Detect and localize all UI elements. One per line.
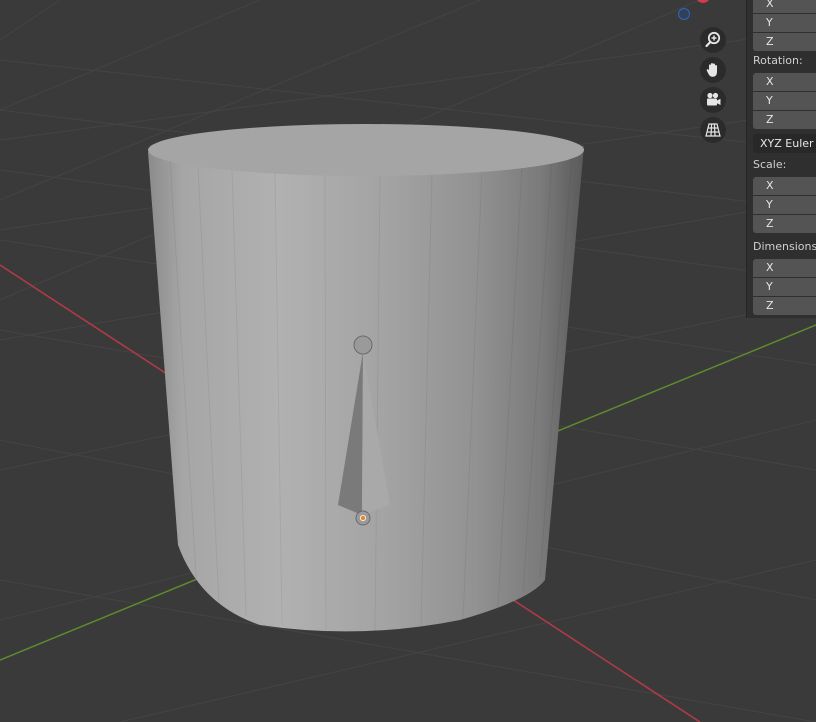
rotation-y-field[interactable]: Y xyxy=(753,92,816,110)
pan-button[interactable] xyxy=(700,57,726,83)
zoom-in-icon xyxy=(705,31,721,48)
rotation-x-field[interactable]: X xyxy=(753,73,816,91)
scale-y-field[interactable]: Y xyxy=(753,196,816,214)
camera-view-button[interactable] xyxy=(700,87,726,113)
scale-x-field[interactable]: X xyxy=(753,177,816,195)
scale-z-field[interactable]: Z xyxy=(753,215,816,233)
dimensions-y-field[interactable]: Y xyxy=(753,278,816,296)
zoom-button[interactable] xyxy=(700,27,726,53)
hand-pan-icon xyxy=(706,63,717,77)
viewport-canvas[interactable] xyxy=(0,0,816,722)
3d-viewport[interactable] xyxy=(0,0,816,722)
camera-icon xyxy=(707,92,721,106)
object-origin-dot xyxy=(359,515,366,522)
rotation-mode-dropdown[interactable]: XYZ Euler xyxy=(753,134,816,153)
rotation-label: Rotation: xyxy=(753,54,803,67)
location-z-field[interactable]: Z xyxy=(753,33,816,51)
dimensions-x-field[interactable]: X xyxy=(753,259,816,277)
gizmo-z-dot[interactable] xyxy=(678,8,690,20)
location-y-field[interactable]: Y xyxy=(753,14,816,32)
location-x-field[interactable]: X xyxy=(753,0,816,13)
dimensions-z-field[interactable]: Z xyxy=(753,297,816,315)
dimensions-label: Dimensions: xyxy=(753,240,816,253)
transform-panel: X Y Z Rotation: X Y Z XYZ Euler Scale: X… xyxy=(746,0,816,318)
grid-perspective-icon xyxy=(705,123,721,137)
rotation-z-field[interactable]: Z xyxy=(753,111,816,129)
perspective-toggle-button[interactable] xyxy=(700,117,726,143)
scale-label: Scale: xyxy=(753,158,787,171)
